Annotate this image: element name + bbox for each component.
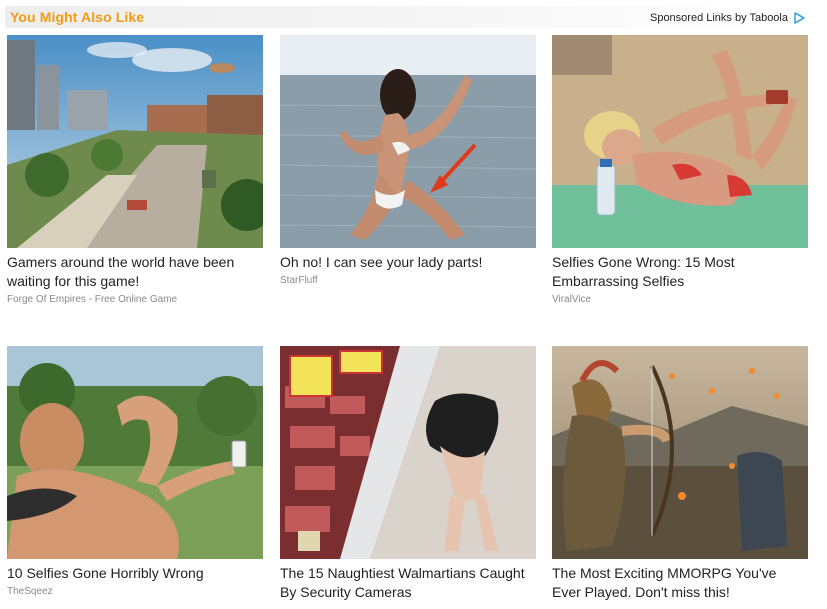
sponsored-links-label: Sponsored Links by Taboola (649, 12, 788, 24)
card-thumbnail[interactable] (280, 35, 536, 248)
card-thumbnail[interactable] (7, 346, 263, 559)
card-thumbnail[interactable] (552, 346, 808, 559)
taboola-play-icon (794, 12, 805, 24)
card-title[interactable]: The 15 Naughtiest Walmartians Caught By … (280, 564, 536, 602)
widget-header: You Might Also Like Sponsored Links by T… (5, 6, 806, 28)
card-title[interactable]: Gamers around the world have been waitin… (7, 253, 263, 291)
sponsored-links-link[interactable]: Sponsored Links by Taboola (650, 11, 806, 25)
card-source[interactable]: TheSqeez (7, 586, 263, 598)
widget-title: You Might Also Like (10, 9, 145, 25)
card-title[interactable]: 10 Selfies Gone Horribly Wrong (7, 564, 263, 583)
card-title[interactable]: Selfies Gone Wrong: 15 Most Embarrassing… (552, 253, 808, 291)
card-thumbnail[interactable] (552, 35, 808, 248)
recommendation-card[interactable]: Gamers around the world have been waitin… (7, 35, 263, 306)
card-source[interactable]: Forge Of Empires - Free Online Game (7, 294, 263, 306)
card-source[interactable]: ViralVice (552, 294, 808, 306)
recommendation-card[interactable]: 10 Selfies Gone Horribly Wrong TheSqeez (7, 346, 263, 598)
recommendation-card[interactable]: The Most Exciting MMORPG You've Ever Pla… (552, 346, 808, 602)
card-thumbnail[interactable] (7, 35, 263, 248)
card-source[interactable]: StarFluff (280, 275, 536, 287)
recommendation-card[interactable]: Selfies Gone Wrong: 15 Most Embarrassing… (552, 35, 808, 306)
card-title[interactable]: Oh no! I can see your lady parts! (280, 253, 536, 272)
recommendation-card[interactable]: The 15 Naughtiest Walmartians Caught By … (280, 346, 536, 602)
card-title[interactable]: The Most Exciting MMORPG You've Ever Pla… (552, 564, 808, 602)
recommendation-card[interactable]: Oh no! I can see your lady parts! StarFl… (280, 35, 536, 287)
card-thumbnail[interactable] (280, 346, 536, 559)
